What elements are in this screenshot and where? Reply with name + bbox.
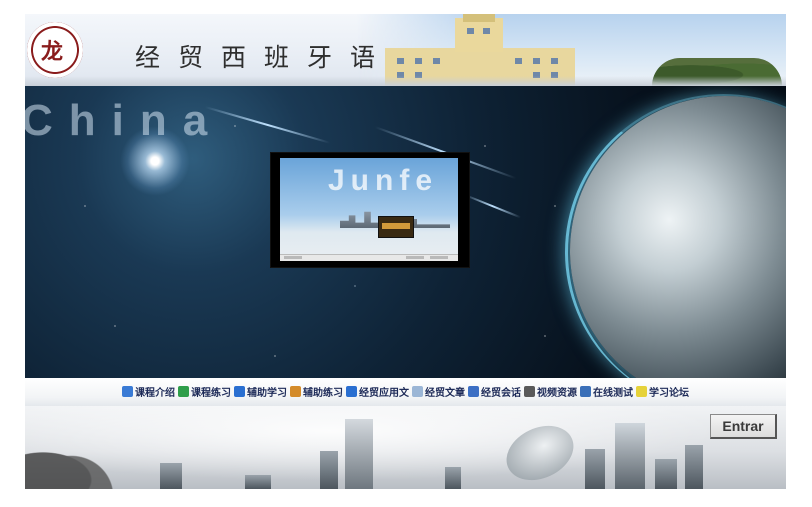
video-title-text: Junfe	[328, 164, 439, 197]
space-banner: China Junfe	[25, 86, 786, 378]
banner-overlay-text: China	[25, 96, 224, 145]
nav-item-video-resources[interactable]: 视频资源	[524, 384, 577, 399]
nav-item-label: 课程练习	[191, 388, 231, 399]
footer-building	[445, 467, 461, 489]
users-icon	[580, 386, 591, 397]
footer-tree-silhouette	[25, 416, 155, 489]
main-nav: 课程介绍 课程练习 辅助学习 辅助练习 经贸应用文 经贸文章 经贸会话 视频资源…	[25, 378, 786, 406]
nav-item-label: 在线测试	[593, 388, 633, 399]
search-icon	[468, 386, 479, 397]
nav-item-course-intro[interactable]: 课程介绍	[122, 384, 175, 399]
intro-video-player[interactable]: Junfe	[270, 152, 470, 268]
nav-item-label: 视频资源	[537, 388, 577, 399]
person-icon	[524, 386, 535, 397]
footer-building	[245, 475, 271, 489]
page-frame: 龙 经贸西班牙语 China Junfe 课程介绍 课程练习 辅助学习 辅助练习…	[25, 14, 786, 489]
nav-list: 课程介绍 课程练习 辅助学习 辅助练习 经贸应用文 经贸文章 经贸会话 视频资源…	[25, 384, 786, 399]
video-screen[interactable]: Junfe	[280, 158, 458, 261]
globe-icon	[178, 386, 189, 397]
site-header: 龙 经贸西班牙语	[25, 14, 786, 86]
header-divider	[25, 76, 786, 86]
nav-item-study-forum[interactable]: 学习论坛	[636, 384, 689, 399]
nav-item-label: 学习论坛	[649, 388, 689, 399]
footer-building	[615, 423, 645, 489]
nav-item-label: 经贸文章	[425, 388, 465, 399]
nav-item-label: 课程介绍	[135, 388, 175, 399]
nav-item-aux-practice[interactable]: 辅助练习	[290, 384, 343, 399]
document-icon	[234, 386, 245, 397]
notepad-icon	[290, 386, 301, 397]
university-logo: 龙	[27, 22, 83, 78]
video-inset-thumbnail	[378, 216, 414, 238]
nav-item-label: 辅助学习	[247, 388, 287, 399]
nav-item-business-articles[interactable]: 经贸文章	[412, 384, 465, 399]
list-icon	[346, 386, 357, 397]
footer-building	[585, 449, 605, 489]
video-control-bar[interactable]	[280, 254, 458, 261]
nav-item-aux-study[interactable]: 辅助学习	[234, 384, 287, 399]
footer-building	[655, 459, 677, 489]
nav-item-online-test[interactable]: 在线测试	[580, 384, 633, 399]
footer-building	[685, 445, 703, 489]
nav-item-business-writing[interactable]: 经贸应用文	[346, 384, 409, 399]
nav-item-label: 经贸会话	[481, 388, 521, 399]
nav-item-label: 辅助练习	[303, 388, 343, 399]
site-footer: Entrar	[25, 406, 786, 489]
enter-button[interactable]: Entrar	[710, 414, 777, 439]
footer-building	[345, 419, 373, 489]
nav-item-course-practice[interactable]: 课程练习	[178, 384, 231, 399]
footer-building	[320, 451, 338, 489]
star-icon	[412, 386, 423, 397]
nav-item-business-dialogues[interactable]: 经贸会话	[468, 384, 521, 399]
site-title: 经贸西班牙语	[135, 43, 394, 72]
pen-icon	[122, 386, 133, 397]
nav-item-label: 经贸应用文	[359, 388, 409, 399]
footer-building	[160, 463, 182, 489]
logo-emblem-icon: 龙	[41, 39, 64, 65]
folder-icon	[636, 386, 647, 397]
